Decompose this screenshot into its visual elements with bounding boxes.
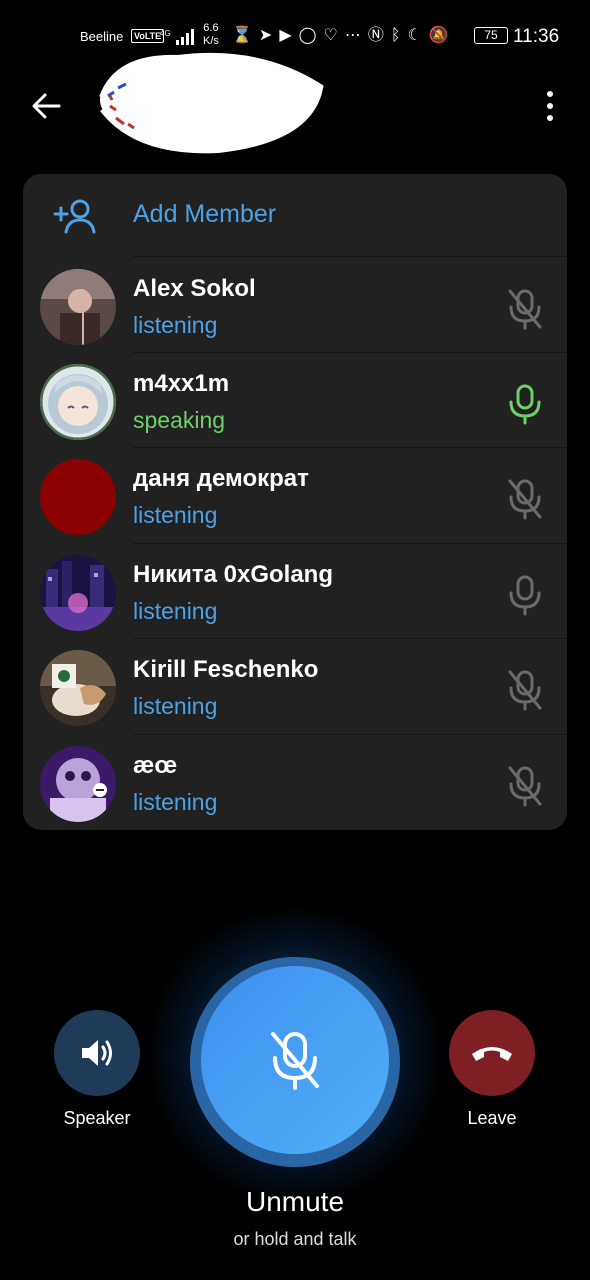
- unmute-button[interactable]: [201, 966, 389, 1154]
- mic-muted-icon[interactable]: [505, 477, 545, 521]
- participant-name: æœ: [133, 752, 177, 779]
- add-user-icon: [53, 199, 96, 234]
- mic-muted-icon[interactable]: [505, 764, 545, 808]
- unmute-subtitle: or hold and talk: [233, 1229, 357, 1249]
- nfc-icon: Ⓝ: [367, 27, 384, 44]
- add-member-label: Add Member: [133, 200, 277, 228]
- moon-icon: ☾: [407, 27, 422, 44]
- telegram-icon: ➤: [258, 27, 273, 44]
- avatar: [40, 459, 116, 535]
- mic-active-icon[interactable]: [505, 382, 545, 426]
- redaction-scribble: [99, 52, 324, 154]
- hourglass-icon: ⌛: [232, 27, 252, 44]
- avatar: [40, 555, 116, 631]
- network-type: 4G: [160, 29, 171, 38]
- participant-name: даня демократ: [133, 465, 309, 492]
- more-dot: [547, 91, 553, 97]
- participant-row[interactable]: m4xx1m speaking: [23, 352, 567, 448]
- participant-status: listening: [133, 598, 218, 624]
- bluetooth-icon: ᛒ: [390, 27, 401, 44]
- notification-icons: ⌛ ➤ ▶ ◯ ♡ ⋯ Ⓝ ᛒ ☾ 🔕: [232, 24, 449, 48]
- participants-panel: Add Member Alex Sokol listening m4xx1m s…: [23, 174, 567, 830]
- mic-muted-icon[interactable]: [505, 668, 545, 712]
- mic-icon[interactable]: [505, 573, 545, 617]
- carrier-name: Beeline: [80, 29, 124, 44]
- avatar: [40, 746, 116, 822]
- leave-label: Leave: [467, 1108, 517, 1128]
- participant-row[interactable]: Alex Sokol listening: [23, 257, 567, 353]
- speaker-button[interactable]: [54, 1010, 140, 1096]
- participant-row[interactable]: æœ listening: [23, 734, 567, 830]
- avatar: [40, 269, 116, 345]
- add-member-button[interactable]: Add Member: [23, 174, 567, 256]
- more-options-button[interactable]: [536, 88, 564, 124]
- participant-name: Alex Sokol: [133, 275, 256, 302]
- participant-row[interactable]: Kirill Feschenko listening: [23, 638, 567, 734]
- participant-name: Никита 0xGolang: [133, 561, 333, 588]
- arrow-left-icon: [32, 93, 61, 119]
- participant-row[interactable]: Никита 0xGolang listening: [23, 543, 567, 639]
- participant-name: Kirill Feschenko: [133, 656, 319, 683]
- network-speed: 6.6 K/s: [203, 22, 219, 48]
- more-dot: [547, 103, 553, 109]
- participant-row[interactable]: даня демократ listening: [23, 447, 567, 543]
- participant-status: speaking: [133, 407, 226, 433]
- signal-icon: 4G: [160, 29, 194, 45]
- clock: 11:36: [513, 26, 560, 47]
- mute-bell-icon: 🔕: [428, 27, 449, 44]
- participant-name: m4xx1m: [133, 370, 230, 397]
- whatsapp-icon: ◯: [298, 27, 317, 44]
- battery-icon: 75: [474, 27, 508, 44]
- more-notifications-icon: ⋯: [344, 27, 361, 44]
- participant-status: listening: [133, 693, 218, 719]
- leave-button[interactable]: [449, 1010, 535, 1096]
- more-dot: [547, 115, 553, 121]
- participant-status: listening: [133, 312, 218, 338]
- mic-muted-icon[interactable]: [505, 287, 545, 331]
- unmute-title: Unmute: [245, 1186, 345, 1217]
- speaker-icon: [82, 1040, 112, 1066]
- speaker-label: Speaker: [63, 1108, 131, 1128]
- health-icon: ♡: [323, 27, 338, 44]
- youtube-icon: ▶: [279, 27, 292, 44]
- network-speed-value: 6.6: [203, 22, 219, 34]
- back-button[interactable]: [26, 88, 66, 124]
- participant-status: listening: [133, 789, 218, 815]
- mic-muted-icon: [271, 1032, 319, 1090]
- avatar: [40, 364, 116, 440]
- hang-up-icon: [472, 1047, 512, 1061]
- avatar: [40, 650, 116, 726]
- participant-status: listening: [133, 502, 218, 528]
- network-speed-unit: K/s: [203, 35, 219, 47]
